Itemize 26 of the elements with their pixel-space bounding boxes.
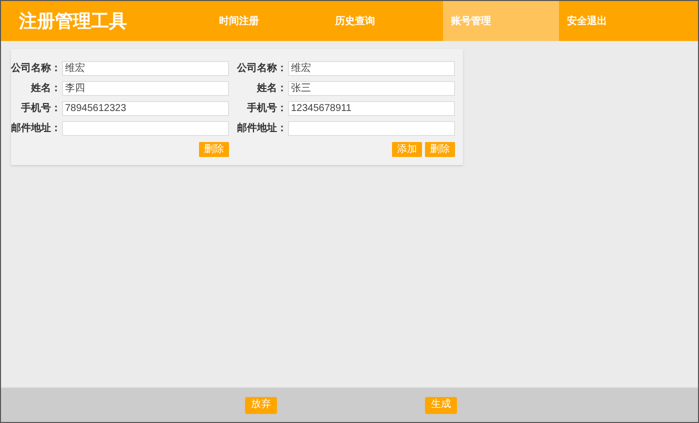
- field-label: 手机号：: [246, 102, 287, 116]
- nav-tab[interactable]: 时间注册: [211, 1, 327, 41]
- action-button[interactable]: 删除: [199, 142, 229, 157]
- input-field[interactable]: [288, 120, 455, 136]
- field-label: 手机号：: [20, 102, 61, 116]
- input-field[interactable]: 78945612323: [62, 100, 229, 116]
- field-label: 邮件地址：: [11, 122, 61, 136]
- footer-button[interactable]: 生成: [425, 396, 457, 414]
- field-label: 姓名：: [256, 82, 287, 96]
- nav-tab[interactable]: 历史查询: [327, 1, 443, 41]
- input-field[interactable]: 张三: [288, 80, 455, 96]
- field-label: 公司名称：: [237, 62, 287, 76]
- app-title: 注册管理工具: [18, 10, 128, 32]
- footer-button[interactable]: 放弃: [245, 396, 277, 414]
- action-button[interactable]: 添加: [392, 142, 422, 157]
- input-field[interactable]: 李四: [62, 80, 229, 96]
- field-label: 姓名：: [30, 82, 61, 96]
- nav-tab[interactable]: 账号管理: [443, 1, 559, 41]
- nav-tab[interactable]: 安全退出: [559, 1, 675, 41]
- action-button[interactable]: 删除: [425, 142, 455, 157]
- input-field[interactable]: 维宏: [288, 60, 455, 76]
- input-field[interactable]: [62, 120, 229, 136]
- input-field[interactable]: 12345678911: [288, 100, 455, 116]
- input-field[interactable]: 维宏: [62, 60, 229, 76]
- field-label: 邮件地址：: [237, 122, 287, 136]
- field-label: 公司名称：: [11, 62, 61, 76]
